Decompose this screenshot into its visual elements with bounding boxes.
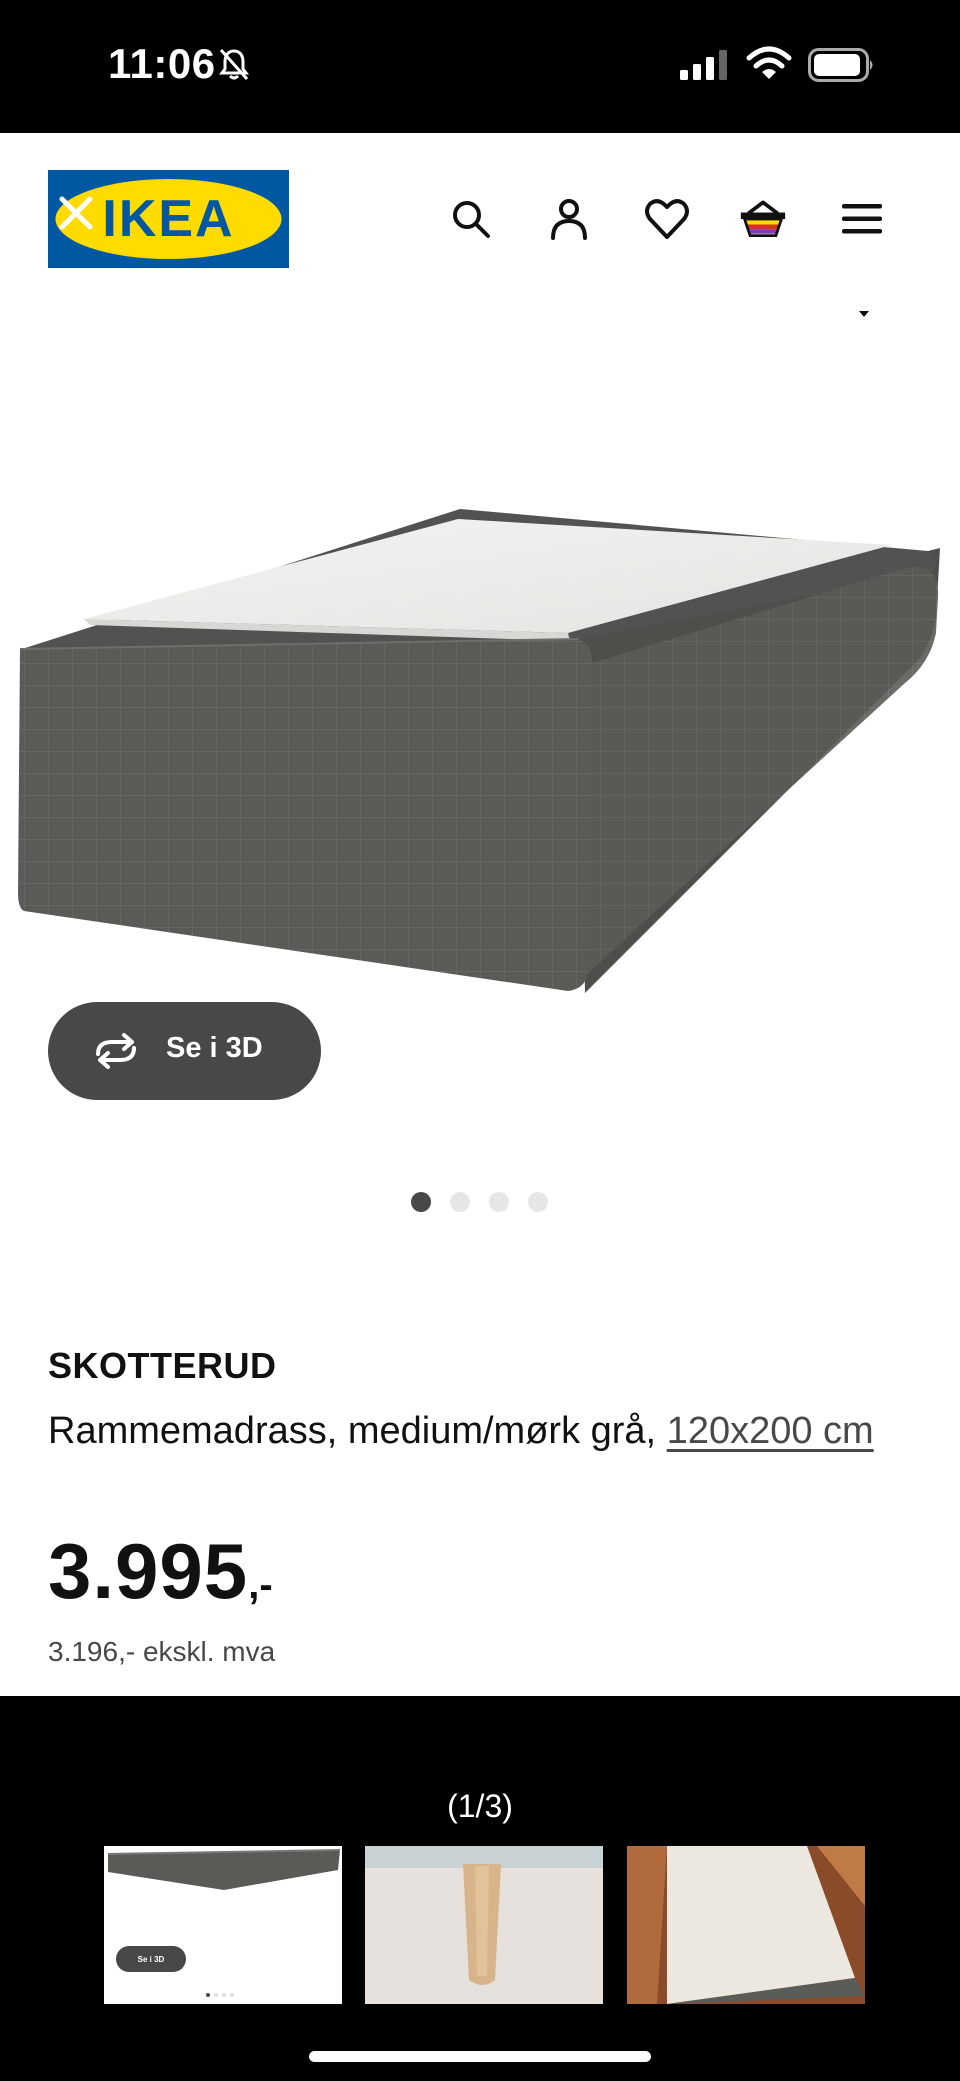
see-in-3d-button[interactable]: Se i 3D xyxy=(48,1002,321,1100)
status-time: 11:06 xyxy=(108,40,216,87)
menu-icon[interactable] xyxy=(838,195,886,243)
account-icon[interactable] xyxy=(545,195,593,243)
product-price: 3.995,- xyxy=(48,1526,273,1617)
gallery-thumbnail-2[interactable] xyxy=(365,1846,603,2004)
price-integer: 3.995 xyxy=(48,1527,249,1615)
product-name: SKOTTERUD xyxy=(48,1345,277,1386)
product-description-text: Rammemadrass, medium/mørk grå, xyxy=(48,1410,657,1452)
see-in-3d-label: Se i 3D xyxy=(166,1032,263,1064)
carousel-dot-2[interactable] xyxy=(450,1192,470,1212)
svg-text:IKEA: IKEA xyxy=(102,190,234,248)
search-icon[interactable] xyxy=(447,195,495,243)
chevron-down-icon xyxy=(859,311,869,317)
thumbnail-3-image xyxy=(627,1846,865,2004)
product-description: Rammemadrass, medium/mørk grå, 120x200 c… xyxy=(48,1401,908,1461)
thumbnail-1-image xyxy=(107,1849,341,1997)
cellular-signal-icon xyxy=(680,50,727,80)
gallery-thumbnail-1[interactable]: Se i 3D xyxy=(104,1846,342,2004)
bell-slash-icon xyxy=(219,48,249,81)
size-link[interactable]: 120x200 cm xyxy=(667,1410,874,1452)
price-suffix: ,- xyxy=(248,1563,273,1607)
rotate-3d-icon xyxy=(96,1033,136,1069)
price-excl-vat: 3.196,- ekskl. mva xyxy=(48,1636,276,1667)
cart-icon[interactable] xyxy=(739,195,787,243)
battery-icon xyxy=(808,48,873,82)
carousel-dot-4[interactable] xyxy=(528,1192,548,1212)
image-carousel-dots xyxy=(0,1192,960,1216)
gallery-bar: (1/3) Se i 3D xyxy=(0,1696,960,2081)
gallery-counter: (1/3) xyxy=(447,1788,513,1824)
status-bar: 11:06 xyxy=(0,0,960,133)
site-header: IKEA xyxy=(0,133,960,303)
thumbnail-2-image xyxy=(365,1846,603,2004)
product-image[interactable] xyxy=(0,333,960,1073)
wifi-icon xyxy=(746,46,792,79)
home-indicator[interactable] xyxy=(309,2051,651,2062)
carousel-dot-3[interactable] xyxy=(489,1192,509,1212)
carousel-dot-1[interactable] xyxy=(411,1192,431,1212)
thumbnail-3d-badge: Se i 3D xyxy=(116,1946,186,1972)
web-page: IKEA Se i 3D SKOTTERUD Rammemadrass, med… xyxy=(0,133,960,1696)
close-icon[interactable] xyxy=(54,191,98,235)
gallery-thumbnail-3[interactable] xyxy=(627,1846,865,2004)
heart-icon[interactable] xyxy=(643,195,691,243)
